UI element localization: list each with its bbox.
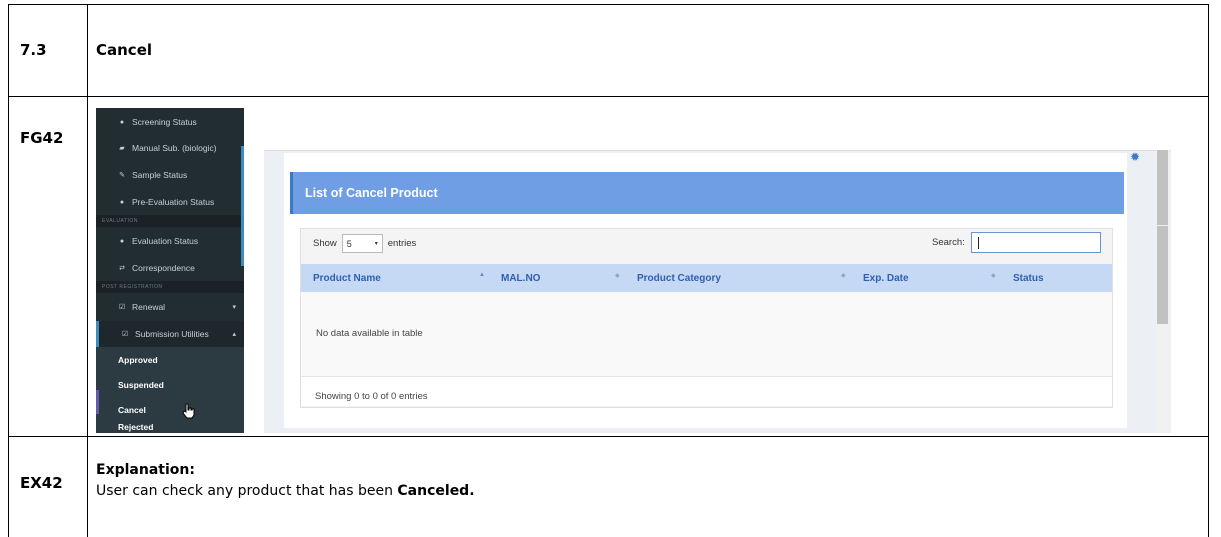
info-circle-icon: ● bbox=[119, 118, 125, 126]
explanation-text: User can check any product that has been… bbox=[96, 483, 475, 499]
step-title: Cancel bbox=[96, 41, 153, 59]
entries-label: entries bbox=[387, 238, 417, 249]
pen-icon: ✎ bbox=[119, 172, 125, 179]
sidebar-item-sample-status[interactable]: ✎ Sample Status bbox=[96, 162, 244, 188]
text-caret bbox=[977, 237, 979, 249]
info-circle-icon: ● bbox=[119, 237, 125, 245]
sidebar-subitem-suspended[interactable]: Suspended bbox=[96, 372, 244, 397]
chevron-down-icon: ▾ bbox=[232, 304, 236, 311]
chevron-down-icon: ▾ bbox=[374, 241, 378, 247]
scrollbar-thumb[interactable] bbox=[1157, 150, 1168, 225]
column-header-mal-no[interactable]: MAL.NO bbox=[501, 264, 540, 292]
entries-value: 5 bbox=[346, 238, 352, 249]
sidebar-item-manual-sub[interactable]: ▰ Manual Sub. (biologic) bbox=[96, 135, 244, 161]
active-indicator bbox=[96, 390, 99, 414]
info-circle-icon: ● bbox=[119, 198, 125, 206]
table-header: Product Name ▲ MAL.NO ◆ Product Category… bbox=[301, 264, 1112, 292]
sidebar-item-pre-evaluation-status[interactable]: ● Pre-Evaluation Status bbox=[96, 189, 244, 215]
table-border-top bbox=[8, 4, 1209, 5]
app-screenshot: ● Screening Status ▰ Manual Sub. (biolog… bbox=[96, 108, 1189, 433]
check-square-icon: ☑ bbox=[118, 304, 126, 311]
sidebar-item-label: Manual Sub. (biologic) bbox=[132, 143, 217, 153]
explanation-emphasis: Canceled. bbox=[397, 483, 475, 499]
sidebar-item-label: Renewal bbox=[132, 302, 166, 312]
sidebar-section-post-registration: POST REGISTRATION bbox=[96, 281, 244, 293]
sidebar-item-renewal[interactable]: ☑ Renewal ▾ bbox=[96, 294, 244, 320]
sidebar-item-correspondence[interactable]: ⇄ Correspondence bbox=[96, 255, 244, 281]
search-label: Search: bbox=[932, 237, 965, 248]
content-top-border bbox=[264, 150, 1171, 151]
search-control: Search: bbox=[932, 232, 1101, 253]
search-input[interactable] bbox=[970, 232, 1101, 253]
entries-select[interactable]: 5 ▾ bbox=[341, 234, 383, 253]
sort-icon: ◆ bbox=[991, 273, 996, 279]
gear-icon[interactable]: ✹ bbox=[1130, 150, 1140, 164]
sidebar: ● Screening Status ▰ Manual Sub. (biolog… bbox=[96, 108, 244, 433]
exchange-icon: ⇄ bbox=[119, 265, 125, 272]
sidebar-item-evaluation-status[interactable]: ● Evaluation Status bbox=[96, 228, 244, 254]
empty-table-message: No data available in table bbox=[316, 328, 423, 339]
sort-icon: ◆ bbox=[615, 273, 620, 279]
sort-icon: ◆ bbox=[841, 273, 846, 279]
sidebar-section-evaluation: EVALUATION bbox=[96, 215, 244, 227]
sidebar-item-label: Sample Status bbox=[132, 170, 188, 180]
hand-cursor-icon bbox=[182, 403, 195, 419]
figure-id: FG42 bbox=[20, 129, 64, 147]
sidebar-item-label: Pre-Evaluation Status bbox=[132, 197, 215, 207]
sidebar-item-label: Evaluation Status bbox=[132, 236, 199, 246]
column-divider bbox=[87, 4, 88, 537]
sidebar-subitem-cancel[interactable]: Cancel bbox=[96, 397, 244, 422]
sidebar-edge-indicator bbox=[241, 146, 244, 266]
chevron-up-icon: ▴ bbox=[232, 331, 236, 338]
row-divider bbox=[8, 436, 1209, 437]
scrollbar-thumb[interactable] bbox=[1157, 226, 1168, 324]
sidebar-item-submission-utilities[interactable]: ☑ Submission Utilities ▴ bbox=[96, 321, 244, 347]
column-header-product-name[interactable]: Product Name bbox=[313, 264, 381, 292]
panel-title: List of Cancel Product bbox=[290, 172, 1124, 214]
row-divider bbox=[8, 96, 1209, 97]
sidebar-item-label: Screening Status bbox=[132, 117, 197, 127]
file-icon: ▰ bbox=[119, 145, 125, 152]
entries-length-control: Show 5 ▾ entries bbox=[313, 234, 416, 253]
explanation-id: EX42 bbox=[20, 474, 63, 492]
sidebar-item-label: Correspondence bbox=[132, 263, 195, 273]
explanation-heading: Explanation: bbox=[96, 462, 195, 478]
step-number: 7.3 bbox=[20, 41, 47, 59]
show-label: Show bbox=[313, 238, 337, 249]
sort-asc-icon: ▲ bbox=[479, 272, 485, 278]
table-border-right bbox=[1208, 4, 1209, 537]
explanation-body: User can check any product that has been bbox=[96, 483, 398, 499]
sidebar-item-label: Submission Utilities bbox=[135, 329, 209, 339]
column-header-status[interactable]: Status bbox=[1013, 264, 1044, 292]
check-square-icon: ☑ bbox=[121, 331, 129, 338]
column-header-exp-date[interactable]: Exp. Date bbox=[863, 264, 909, 292]
sidebar-subitem-rejected[interactable]: Rejected bbox=[96, 422, 244, 433]
sidebar-item-screening-status[interactable]: ● Screening Status bbox=[96, 109, 244, 135]
table-border-left bbox=[8, 4, 9, 537]
column-header-product-category[interactable]: Product Category bbox=[637, 264, 721, 292]
table-info: Showing 0 to 0 of 0 entries bbox=[315, 391, 428, 402]
sidebar-subitem-approved[interactable]: Approved bbox=[96, 347, 244, 372]
